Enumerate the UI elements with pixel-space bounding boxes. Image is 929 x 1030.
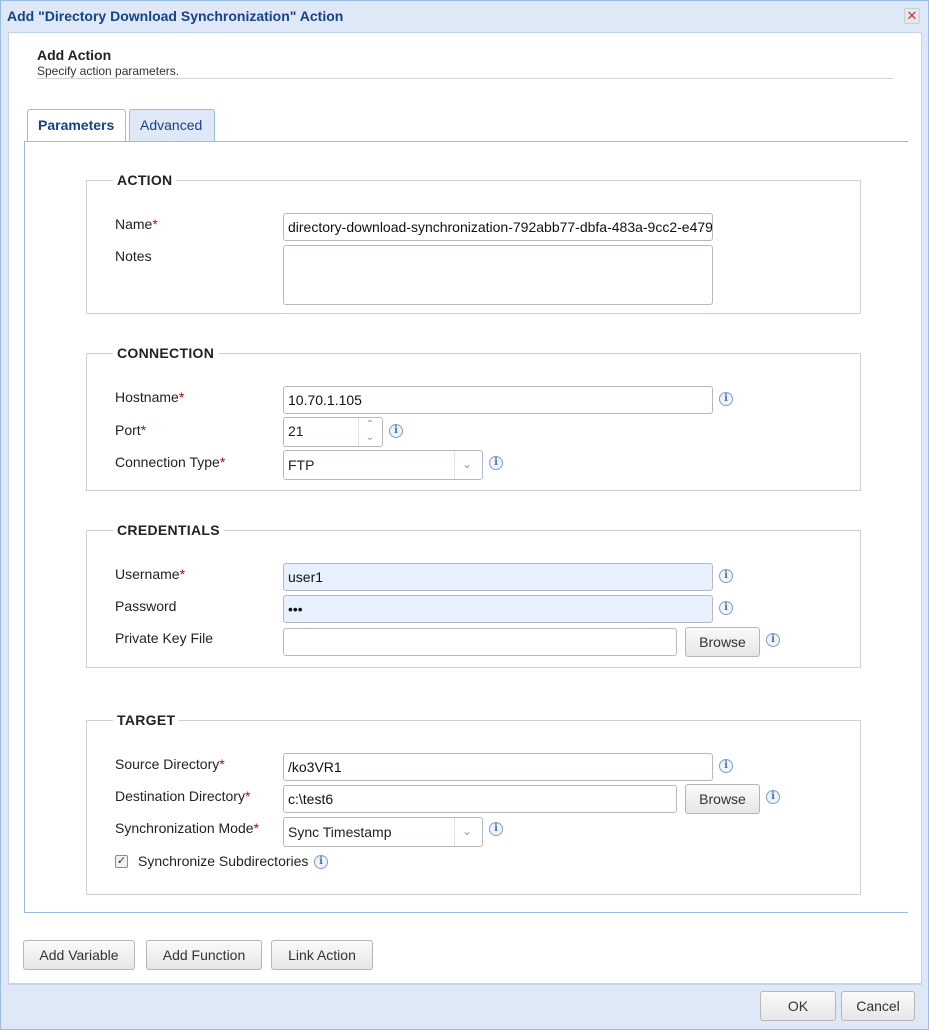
target-legend: TARGET bbox=[117, 712, 176, 728]
ok-button[interactable]: OK bbox=[760, 991, 836, 1021]
sync-subdirectories-label: Synchronize Subdirectories bbox=[138, 853, 309, 869]
hostname-label: Hostname* bbox=[115, 389, 185, 405]
sync-subdirectories-checkbox[interactable]: ✓ bbox=[115, 855, 128, 868]
port-stepper[interactable]: 21 ⌃ ⌄ bbox=[283, 417, 383, 447]
credentials-group: CREDENTIALS Username* user1 i Password •… bbox=[86, 522, 861, 668]
password-label: Password bbox=[115, 598, 177, 614]
name-input[interactable]: directory-download-synchronization-792ab… bbox=[283, 213, 713, 241]
dialog-body: Add Action Specify action parameters. Pa… bbox=[8, 32, 922, 984]
header-subtitle: Specify action parameters. bbox=[37, 64, 180, 78]
name-label: Name* bbox=[115, 216, 158, 232]
source-directory-info-icon[interactable]: i bbox=[719, 759, 733, 773]
username-input[interactable]: user1 bbox=[283, 563, 713, 591]
connection-group: CONNECTION Hostname* 10.70.1.105 i Port*… bbox=[86, 345, 861, 491]
source-directory-label: Source Directory* bbox=[115, 756, 225, 772]
credentials-legend: CREDENTIALS bbox=[117, 522, 220, 538]
action-group: ACTION Name* directory-download-synchron… bbox=[86, 172, 861, 314]
destination-directory-input[interactable]: c:\test6 bbox=[283, 785, 677, 813]
add-variable-button[interactable]: Add Variable bbox=[23, 940, 135, 970]
destination-browse-button[interactable]: Browse bbox=[685, 784, 760, 814]
link-action-button[interactable]: Link Action bbox=[271, 940, 373, 970]
header-divider bbox=[37, 78, 893, 79]
private-key-browse-button[interactable]: Browse bbox=[685, 627, 760, 657]
header: Add Action Specify action parameters. bbox=[37, 47, 179, 78]
dialog-title: Add "Directory Download Synchronization"… bbox=[7, 8, 344, 24]
username-label: Username* bbox=[115, 566, 186, 582]
connection-legend: CONNECTION bbox=[117, 345, 215, 361]
sync-subdirectories-info-icon[interactable]: i bbox=[314, 855, 328, 869]
chevron-down-icon[interactable]: ⌄ bbox=[365, 432, 375, 444]
password-info-icon[interactable]: i bbox=[719, 601, 733, 615]
parameters-panel: ACTION Name* directory-download-synchron… bbox=[24, 141, 908, 913]
private-key-info-icon[interactable]: i bbox=[766, 633, 780, 647]
destination-directory-info-icon[interactable]: i bbox=[766, 790, 780, 804]
chevron-up-icon[interactable]: ⌃ bbox=[365, 419, 375, 431]
port-label: Port* bbox=[115, 422, 147, 438]
chevron-down-icon: ⌄ bbox=[462, 824, 473, 838]
sync-mode-arrow[interactable]: ⌄ bbox=[454, 818, 482, 846]
connection-type-value: FTP bbox=[288, 457, 315, 473]
connection-type-select[interactable]: FTP ⌄ bbox=[283, 450, 483, 480]
sync-mode-select[interactable]: Sync Timestamp ⌄ bbox=[283, 817, 483, 847]
notes-textarea[interactable] bbox=[283, 245, 713, 305]
add-function-button[interactable]: Add Function bbox=[146, 940, 262, 970]
dialog-footer: OK Cancel bbox=[8, 984, 922, 1029]
username-info-icon[interactable]: i bbox=[719, 569, 733, 583]
tab-parameters[interactable]: Parameters bbox=[27, 109, 126, 142]
close-icon[interactable]: ✕ bbox=[904, 8, 920, 24]
add-action-dialog: Add "Directory Download Synchronization"… bbox=[0, 0, 929, 1030]
tab-advanced[interactable]: Advanced bbox=[129, 109, 215, 142]
port-info-icon[interactable]: i bbox=[389, 424, 403, 438]
private-key-label: Private Key File bbox=[115, 630, 214, 646]
chevron-down-icon: ⌄ bbox=[462, 457, 473, 471]
source-directory-input[interactable]: /ko3VR1 bbox=[283, 753, 713, 781]
sync-mode-label: Synchronization Mode* bbox=[115, 820, 259, 836]
destination-directory-label: Destination Directory* bbox=[115, 788, 251, 804]
port-arrows: ⌃ ⌄ bbox=[358, 418, 382, 446]
private-key-input[interactable] bbox=[283, 628, 677, 656]
target-group: TARGET Source Directory* /ko3VR1 i Desti… bbox=[86, 712, 861, 895]
sync-mode-info-icon[interactable]: i bbox=[489, 822, 503, 836]
hostname-input[interactable]: 10.70.1.105 bbox=[283, 386, 713, 414]
connection-type-arrow[interactable]: ⌄ bbox=[454, 451, 482, 479]
cancel-button[interactable]: Cancel bbox=[841, 991, 915, 1021]
header-title: Add Action bbox=[37, 47, 112, 63]
connection-type-info-icon[interactable]: i bbox=[489, 456, 503, 470]
password-input[interactable]: ••• bbox=[283, 595, 713, 623]
sync-mode-value: Sync Timestamp bbox=[288, 824, 392, 840]
connection-type-label: Connection Type* bbox=[115, 454, 226, 470]
port-value: 21 bbox=[288, 423, 304, 439]
dialog-titlebar[interactable]: Add "Directory Download Synchronization"… bbox=[1, 1, 928, 31]
hostname-info-icon[interactable]: i bbox=[719, 392, 733, 406]
notes-label: Notes bbox=[115, 248, 152, 264]
action-legend: ACTION bbox=[117, 172, 173, 188]
